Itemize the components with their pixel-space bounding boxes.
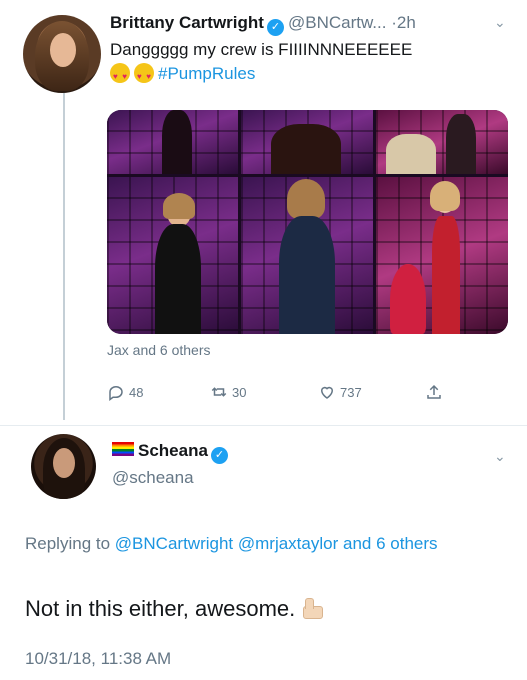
replying-prefix: Replying to bbox=[25, 534, 111, 553]
reply-header: Scheana ✓ bbox=[112, 440, 232, 464]
tweet-time[interactable]: 2h bbox=[397, 13, 416, 32]
liked-by-text[interactable]: Jax and 6 others bbox=[107, 342, 211, 358]
mention-link[interactable]: @mrjaxtaylor bbox=[238, 534, 338, 553]
media-photo[interactable] bbox=[107, 177, 238, 334]
mention-others-link[interactable]: and 6 others bbox=[343, 534, 438, 553]
mention-link[interactable]: @BNCartwright bbox=[115, 534, 233, 553]
share-button[interactable] bbox=[425, 383, 443, 401]
chevron-down-icon[interactable]: ⌄ bbox=[494, 14, 506, 31]
user-handle[interactable]: @scheana bbox=[112, 468, 194, 488]
display-name[interactable]: Brittany Cartwright bbox=[110, 13, 264, 32]
tweet-body: Danggggg my crew is FIIIINNNEEEEEE bbox=[110, 40, 413, 59]
user-handle[interactable]: @BNCartw... bbox=[288, 13, 387, 32]
timestamp[interactable]: 10/31/18, 11:38 AM bbox=[25, 649, 171, 669]
media-photo[interactable] bbox=[241, 177, 373, 334]
heart-eyes-emoji-icon bbox=[134, 63, 154, 89]
reply-text: Not in this either, awesome. bbox=[25, 596, 324, 622]
heart-eyes-emoji-icon bbox=[110, 63, 130, 89]
share-icon bbox=[427, 384, 441, 399]
original-tweet[interactable]: Brittany Cartwright ✓ @BNCartw... ·2h ⌄ Da… bbox=[0, 0, 527, 425]
retweet-icon bbox=[211, 387, 227, 397]
display-name[interactable]: Scheana bbox=[138, 441, 208, 460]
chevron-down-icon[interactable]: ⌄ bbox=[494, 448, 506, 465]
media-grid[interactable] bbox=[107, 110, 508, 334]
reply-body: Not in this either, awesome. bbox=[25, 596, 296, 621]
like-count: 737 bbox=[340, 384, 362, 400]
media-photo[interactable] bbox=[376, 177, 508, 334]
tweet-text: Danggggg my crew is FIIIINNNEEEEEE #Pump… bbox=[110, 38, 510, 89]
hashtag-link[interactable]: #PumpRules bbox=[158, 64, 255, 83]
reply-icon bbox=[109, 385, 123, 401]
avatar[interactable] bbox=[23, 15, 101, 93]
verified-badge-icon: ✓ bbox=[210, 447, 228, 464]
reply-tweet[interactable]: Scheana ✓ @scheana ⌄ Replying to @BNCartw… bbox=[0, 426, 527, 680]
reply-count: 48 bbox=[129, 384, 144, 400]
tweet-actions: 48 30 737 bbox=[107, 383, 447, 407]
retweet-count: 30 bbox=[232, 384, 247, 400]
heart-icon bbox=[320, 386, 334, 399]
rainbow-flag-icon bbox=[112, 442, 134, 456]
like-button[interactable]: 737 bbox=[318, 383, 362, 401]
media-photo[interactable] bbox=[376, 110, 508, 174]
reply-button[interactable]: 48 bbox=[107, 383, 143, 401]
media-photo[interactable] bbox=[241, 110, 373, 174]
avatar[interactable] bbox=[31, 434, 96, 499]
tweet-header: Brittany Cartwright ✓ @BNCartw... ·2h bbox=[110, 12, 416, 36]
verified-badge-icon: ✓ bbox=[266, 19, 284, 36]
thumbs-up-emoji-icon bbox=[301, 598, 324, 619]
retweet-button[interactable]: 30 bbox=[210, 383, 246, 401]
media-photo[interactable] bbox=[107, 110, 238, 174]
replying-to: Replying to @BNCartwright @mrjaxtaylor a… bbox=[25, 530, 485, 558]
